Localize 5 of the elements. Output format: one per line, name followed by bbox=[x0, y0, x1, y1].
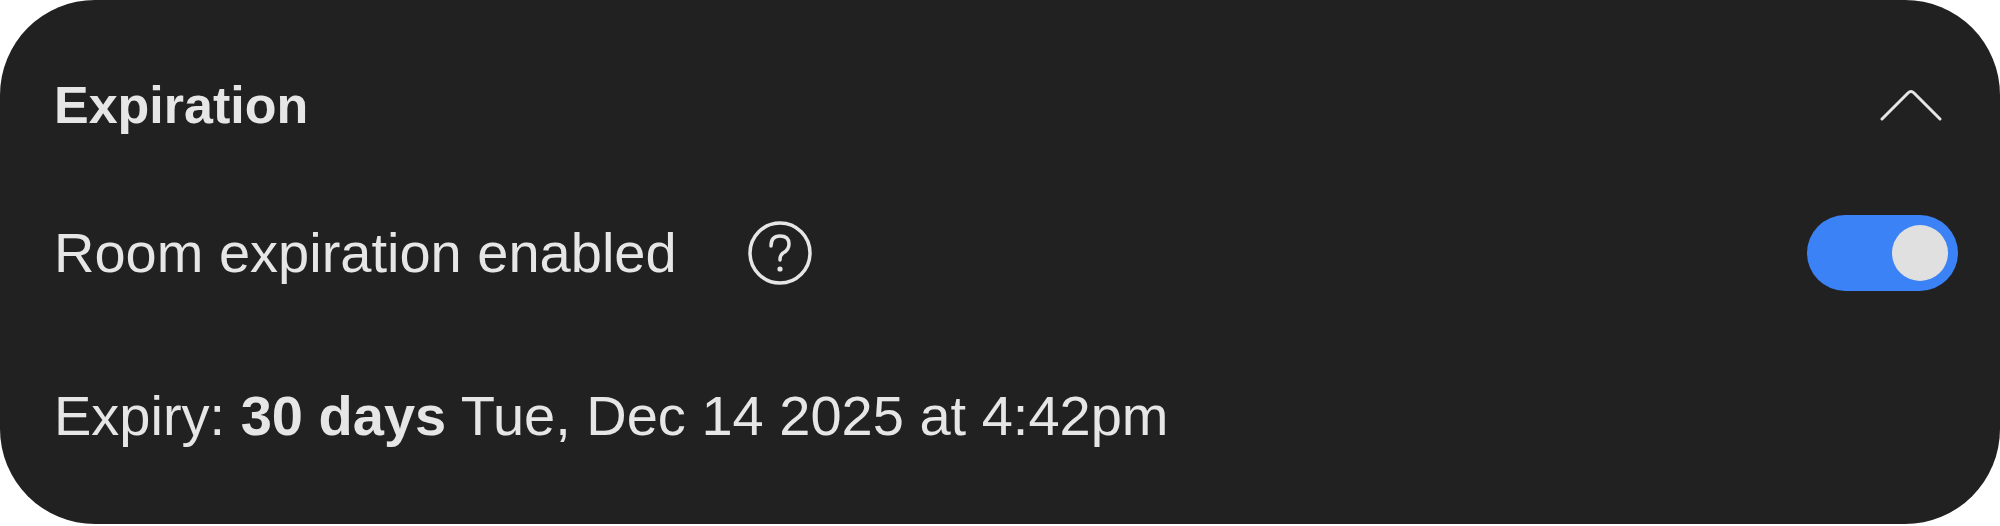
expiry-text: Expiry: 30 days Tue, Dec 14 2025 at 4:42pm bbox=[54, 382, 1169, 448]
section-title: Expiration bbox=[54, 75, 309, 135]
collapse-icon[interactable] bbox=[1880, 89, 1942, 121]
help-icon[interactable] bbox=[746, 219, 813, 286]
setting-label: Room expiration enabled bbox=[54, 220, 677, 285]
